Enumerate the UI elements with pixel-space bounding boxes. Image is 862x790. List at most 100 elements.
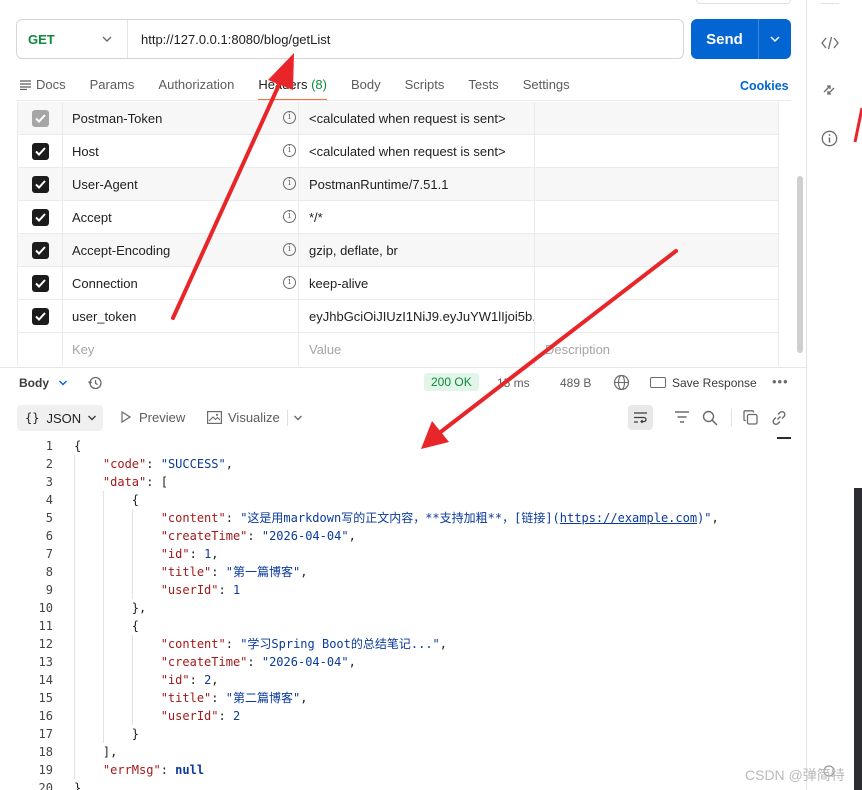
- new-value-input[interactable]: Value: [309, 342, 341, 357]
- tab-docs-label: Docs: [36, 77, 66, 92]
- code-text: "content": "学习Spring Boot的总结笔记...",: [160, 637, 448, 651]
- headers-scrollbar[interactable]: [797, 176, 803, 353]
- tab-body[interactable]: Body: [351, 73, 381, 101]
- info-icon[interactable]: i: [283, 243, 296, 256]
- header-key: Connection: [72, 275, 138, 291]
- visualize-button[interactable]: Visualize: [207, 410, 280, 425]
- link-icon[interactable]: [771, 410, 787, 426]
- header-enabled-checkbox[interactable]: [31, 109, 49, 127]
- send-button[interactable]: Send: [691, 19, 759, 59]
- line-number: 2: [45, 457, 53, 471]
- header-enabled-checkbox[interactable]: [31, 142, 49, 160]
- copy-icon[interactable]: [743, 410, 758, 425]
- header-value: PostmanRuntime/7.51.1: [299, 168, 535, 200]
- preview-label: Preview: [139, 410, 186, 425]
- line-number: 3: [45, 475, 53, 489]
- header-description[interactable]: [535, 135, 778, 167]
- line-number: 4: [45, 493, 53, 507]
- header-key: User-Agent: [72, 176, 138, 192]
- new-key-input[interactable]: Key: [72, 342, 94, 357]
- cookies-link[interactable]: Cookies: [740, 79, 789, 93]
- code-line: 1{: [0, 437, 795, 455]
- check-icon: [34, 113, 46, 123]
- related-icon[interactable]: [821, 82, 837, 98]
- history-icon[interactable]: [87, 375, 103, 391]
- save-response-button[interactable]: Save Response: [650, 376, 757, 390]
- header-description[interactable]: [535, 267, 778, 299]
- more-options-icon[interactable]: •••: [772, 374, 789, 389]
- tab-docs[interactable]: Docs: [20, 73, 66, 101]
- new-description-input[interactable]: Description: [545, 342, 610, 357]
- line-number: 5: [45, 511, 53, 525]
- code-text: "createTime": "2026-04-04",: [160, 529, 356, 543]
- save-response-label: Save Response: [672, 376, 757, 390]
- right-sidebar: [806, 0, 854, 790]
- header-description[interactable]: [535, 102, 778, 134]
- code-text: "id": 1,: [160, 547, 219, 561]
- header-enabled-checkbox[interactable]: [31, 307, 49, 325]
- filter-icon[interactable]: [674, 410, 690, 425]
- response-section-label[interactable]: Body: [19, 376, 49, 390]
- preview-button[interactable]: Preview: [121, 410, 185, 425]
- code-line: 12 "content": "学习Spring Boot的总结笔记...",: [0, 635, 795, 653]
- chevron-down-icon[interactable]: [58, 378, 68, 388]
- info-icon[interactable]: i: [283, 177, 296, 190]
- code-text: "userId": 1: [160, 583, 241, 597]
- header-description[interactable]: [535, 201, 778, 233]
- info-icon[interactable]: i: [283, 210, 296, 223]
- search-icon[interactable]: [702, 410, 718, 426]
- code-scrollbar[interactable]: [777, 437, 791, 439]
- wrap-lines-button[interactable]: [628, 405, 653, 430]
- header-enabled-checkbox[interactable]: [31, 175, 49, 193]
- line-number: 1: [45, 439, 53, 453]
- header-value: */*: [299, 201, 535, 233]
- line-number: 6: [45, 529, 53, 543]
- chevron-down-icon: [88, 415, 97, 421]
- status-badge: 200 OK: [424, 373, 479, 391]
- save-icon: [650, 377, 666, 388]
- header-enabled-checkbox[interactable]: [31, 274, 49, 292]
- method-select[interactable]: GET: [17, 20, 128, 58]
- format-label: JSON: [46, 410, 82, 426]
- header-description[interactable]: [535, 168, 778, 200]
- header-key: Host: [72, 143, 99, 159]
- header-value: <calculated when request is sent>: [299, 135, 535, 167]
- toolbar-divider: [731, 409, 732, 426]
- tab-authorization[interactable]: Authorization: [158, 73, 234, 101]
- tab-headers[interactable]: Headers (8): [258, 73, 327, 101]
- info-icon[interactable]: i: [283, 276, 296, 289]
- table-row: Accept i */*: [18, 201, 778, 234]
- header-enabled-checkbox[interactable]: [31, 208, 49, 226]
- tab-params[interactable]: Params: [90, 73, 135, 101]
- chevron-down-icon[interactable]: [293, 413, 303, 423]
- globe-icon[interactable]: [613, 374, 630, 391]
- tab-scripts[interactable]: Scripts: [405, 73, 445, 101]
- response-body-editor[interactable]: 1{2 "code": "SUCCESS", 3 "data": [4 {5 "c…: [0, 437, 795, 790]
- tab-tests[interactable]: Tests: [468, 73, 498, 101]
- tab-settings[interactable]: Settings: [523, 73, 570, 101]
- table-row: Host i <calculated when request is sent>: [18, 135, 778, 168]
- header-value[interactable]: eyJhbGciOiJIUzI1NiJ9.eyJuYW1lIjoi5b...: [299, 300, 535, 332]
- check-icon: [34, 278, 46, 288]
- header-description[interactable]: [535, 300, 778, 332]
- send-options-button[interactable]: [759, 19, 791, 59]
- check-icon: [34, 311, 46, 321]
- header-key: Accept: [72, 209, 112, 225]
- info-icon[interactable]: [821, 130, 838, 147]
- code-text: "content": "这是用markdown写的正文内容，**支持加粗**，[…: [160, 511, 719, 525]
- info-icon[interactable]: i: [283, 144, 296, 157]
- watermark: CSDN @弹简特: [745, 767, 845, 783]
- header-description[interactable]: [535, 234, 778, 266]
- image-icon: [207, 411, 223, 425]
- info-icon[interactable]: i: [283, 111, 296, 124]
- code-line: 16 "userId": 2: [0, 707, 795, 725]
- play-icon: [121, 410, 132, 424]
- code-icon[interactable]: [821, 36, 839, 50]
- url-input[interactable]: http://127.0.0.1:8080/blog/getList: [128, 32, 330, 47]
- header-enabled-checkbox[interactable]: [31, 241, 49, 259]
- code-line: 3 "data": [: [0, 473, 795, 491]
- code-text: },: [74, 601, 147, 615]
- header-key[interactable]: user_token: [72, 309, 136, 324]
- code-line: 7 "id": 1,: [0, 545, 795, 563]
- format-select[interactable]: {} JSON: [17, 405, 103, 431]
